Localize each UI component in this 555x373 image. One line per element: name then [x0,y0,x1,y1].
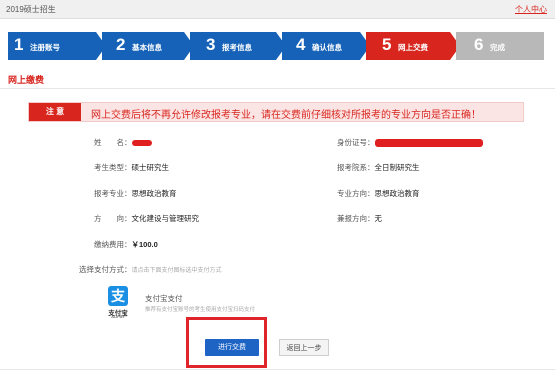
step-3: 3 报考信息 [190,32,276,60]
step-4-number: 4 [296,35,306,54]
step-6: 6 完成 [456,32,544,60]
fangxiang-field: 方 向：文化建设与管理研究 [94,213,199,224]
direction-field: 专业方向：思想政治教育 [337,188,420,199]
concurrent-value: 无 [374,214,383,223]
step-2-label: 基本信息 [132,43,162,52]
alipay-description: 推荐有支付宝账号的考生使用支付宝扫码支付 [145,307,256,313]
step-4-label: 确认信息 [312,43,342,52]
major-field: 报考专业：思想政治教育 [94,188,177,199]
notice-banner: 注 意 网上交费后将不再允许修改报考专业，请在交费前仔细核对所报考的专业方向是否… [28,102,524,122]
payment-select-label: 选择支付方式： [79,265,132,274]
dept-label: 报考院系： [337,163,375,172]
payment-select-hint: 请点击下面支付图标选中支付方式 [131,268,222,274]
name-redacted [131,140,152,147]
section-divider [0,88,555,89]
exam-type-value: 硕士研究生 [131,163,170,172]
name-field: 姓 名： [94,137,152,148]
pay-button[interactable]: 进行交费 [205,339,259,356]
step-2-number: 2 [116,35,126,54]
step-5-current: 5 网上交费 [366,32,450,60]
section-title: 网上缴费 [8,75,45,85]
top-bar: 2019硕士招生 个人中心 [0,0,555,19]
alipay-icon-en: ALIPAY [111,314,125,319]
alipay-name: 支付宝支付 [145,294,183,303]
fee-field: 缴纳费用：￥100.0 [94,239,158,250]
exam-type-label: 考生类型： [94,163,132,172]
step-4: 4 确认信息 [282,32,360,60]
page-header-title: 2019硕士招生 [6,5,56,14]
fee-value: ￥100.0 [131,240,158,249]
dept-field: 报考院系：全日制研究生 [337,162,420,173]
alipay-option[interactable]: 支 支付宝 ALIPAY [106,286,130,320]
notice-message: 网上交费后将不再允许修改报考专业，请在交费前仔细核对所报考的专业方向是否正确！ [91,110,481,121]
fangxiang-value: 文化建设与管理研究 [131,214,200,223]
id-redacted [374,139,483,148]
concurrent-field: 兼报方向：无 [337,213,382,224]
fee-label: 缴纳费用： [94,240,132,249]
major-value: 思想政治教育 [131,189,177,198]
direction-value: 思想政治教育 [374,189,420,198]
dept-value: 全日制研究生 [374,163,420,172]
notice-tag: 注 意 [29,103,81,121]
step-1-number: 1 [14,35,24,54]
major-label: 报考专业： [94,189,132,198]
step-1-label: 注册账号 [30,43,60,52]
step-1: 1 注册账号 [8,32,96,60]
step-3-number: 3 [206,35,216,54]
alipay-icon: 支 [108,286,128,306]
concurrent-label: 兼报方向： [337,214,375,223]
step-5-number: 5 [382,35,392,54]
name-label: 姓 名： [94,138,132,147]
step-6-number: 6 [474,35,484,54]
step-3-label: 报考信息 [222,43,252,52]
bottom-divider [0,369,555,370]
step-progress-bar: 1 注册账号 2 基本信息 3 报考信息 4 确认信息 5 网上交费 6 完成 [8,32,544,60]
id-label: 身份证号： [337,138,375,147]
direction-label: 专业方向： [337,189,375,198]
user-center-link[interactable]: 个人中心 [515,4,547,15]
step-5-label: 网上交费 [398,43,428,52]
step-6-label: 完成 [490,43,505,52]
back-button[interactable]: 返回上一步 [279,339,329,356]
exam-type-field: 考生类型：硕士研究生 [94,162,169,173]
fangxiang-label: 方 向： [94,214,132,223]
id-field: 身份证号： [337,137,483,148]
step-2: 2 基本信息 [102,32,184,60]
payment-select-row: 选择支付方式：请点击下面支付图标选中支付方式 [79,264,222,275]
